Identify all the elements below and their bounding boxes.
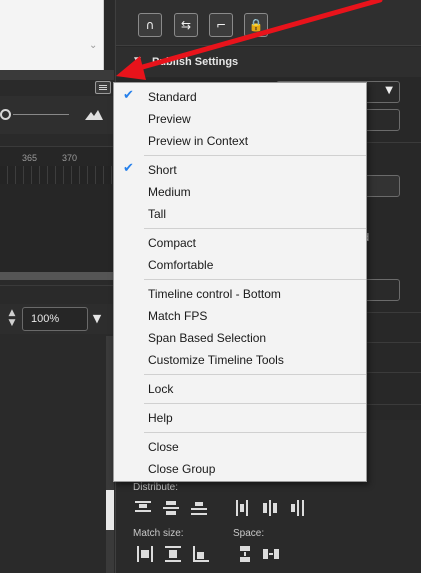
menu-separator	[144, 279, 366, 280]
vertical-scrollbar-thumb[interactable]	[106, 490, 114, 530]
menu-separator	[144, 432, 366, 433]
chevron-down-icon: ▼	[385, 85, 393, 96]
checkmark-icon: ✔	[123, 161, 134, 176]
stage-preview: ⌄	[0, 0, 104, 70]
panel-divider	[0, 70, 114, 80]
zoom-stepper[interactable]: ▲ ▼	[5, 308, 19, 330]
menu-item-label: Compact	[148, 236, 197, 250]
zoom-input[interactable]: 100%	[22, 307, 88, 331]
menu-item-label: Match FPS	[148, 309, 208, 323]
horizontal-scrollbar[interactable]	[0, 272, 114, 280]
menu-item-span-based-selection[interactable]: Span Based Selection	[114, 327, 366, 349]
match-height-icon[interactable]	[165, 546, 181, 562]
distribute-right-icon[interactable]	[289, 500, 305, 516]
zoom-dropdown-chevron-icon[interactable]: ▼	[88, 307, 106, 331]
menu-separator	[144, 374, 366, 375]
checkmark-icon: ✔	[123, 88, 134, 103]
menu-item-label: Customize Timeline Tools	[148, 353, 284, 367]
distribute-bottom-icon[interactable]	[191, 500, 207, 516]
match-both-icon[interactable]	[193, 546, 209, 562]
panel-options-icon[interactable]	[95, 81, 111, 94]
menu-item-label: Comfortable	[148, 258, 214, 272]
chevron-down-icon: ▼	[134, 56, 141, 66]
menu-item-match-fps[interactable]: Match FPS	[114, 305, 366, 327]
ruler-tick-label: 370	[62, 153, 78, 163]
space-horizontal-icon[interactable]	[263, 546, 279, 562]
properties-toolbar: ∩ ⇆ ⌐ 🔒	[116, 0, 421, 46]
menu-item-preview[interactable]: Preview	[114, 108, 366, 130]
chevron-down-icon: ⌄	[89, 40, 98, 51]
menu-item-short[interactable]: ✔ Short	[114, 159, 366, 181]
publish-settings-header[interactable]: ▼ Publish Settings	[116, 47, 421, 77]
lock-icon[interactable]: 🔒	[244, 13, 268, 37]
menu-item-label: Tall	[148, 207, 167, 221]
menu-item-label: Help	[148, 411, 173, 425]
menu-item-tall[interactable]: Tall	[114, 203, 366, 225]
distribute-vcenter-icon[interactable]	[163, 500, 179, 516]
menu-item-standard[interactable]: ✔ Standard	[114, 86, 366, 108]
menu-item-compact[interactable]: Compact	[114, 232, 366, 254]
distribute-hcenter-icon[interactable]	[262, 500, 278, 516]
match-width-icon[interactable]	[137, 546, 153, 562]
menu-separator	[144, 228, 366, 229]
menu-item-label: Preview in Context	[148, 134, 249, 148]
menu-item-label: Lock	[148, 382, 174, 396]
menu-item-comfortable[interactable]: Comfortable	[114, 254, 366, 276]
space-vertical-icon[interactable]	[237, 546, 253, 562]
menu-item-label: Preview	[148, 112, 191, 126]
space-label: Space:	[233, 528, 265, 539]
menu-item-timeline-control-bottom[interactable]: Timeline control - Bottom	[114, 283, 366, 305]
zoom-slider-track[interactable]	[13, 114, 69, 115]
timeline-options-menu: ✔ Standard Preview Preview in Context ✔ Sh…	[113, 82, 367, 482]
distribute-top-icon[interactable]	[135, 500, 151, 516]
zoom-slider-knob[interactable]	[0, 109, 11, 120]
menu-separator	[144, 155, 366, 156]
snap-magnet-icon[interactable]: ∩	[138, 13, 162, 37]
ruler-tick-label: 365	[22, 153, 38, 163]
match-size-label: Match size:	[133, 528, 184, 539]
timeline-panel: ⌄ 365 370 ▲ ▼ 100% ▼	[0, 0, 114, 573]
layer-tracks[interactable]	[0, 184, 114, 272]
distribute-label: Distribute:	[133, 482, 179, 493]
distribute-left-icon[interactable]	[235, 500, 251, 516]
section-title: Publish Settings	[152, 56, 239, 68]
onion-skin-icon[interactable]: ⇆	[174, 13, 198, 37]
frame-cells[interactable]	[0, 166, 114, 184]
menu-item-help[interactable]: Help	[114, 407, 366, 429]
ruler-icon[interactable]: ⌐	[209, 13, 233, 37]
menu-item-customize-timeline-tools[interactable]: Customize Timeline Tools	[114, 349, 366, 371]
menu-item-medium[interactable]: Medium	[114, 181, 366, 203]
menu-item-lock[interactable]: Lock	[114, 378, 366, 400]
menu-item-label: Timeline control - Bottom	[148, 287, 281, 301]
menu-item-label: Medium	[148, 185, 191, 199]
menu-item-label: Close Group	[148, 462, 216, 476]
menu-item-close[interactable]: Close	[114, 436, 366, 458]
menu-separator	[144, 403, 366, 404]
menu-item-label: Span Based Selection	[148, 331, 267, 345]
menu-item-close-group[interactable]: Close Group	[114, 458, 366, 480]
menu-item-preview-in-context[interactable]: Preview in Context	[114, 130, 366, 152]
menu-item-label: Close	[148, 440, 179, 454]
menu-item-label: Short	[148, 163, 177, 177]
menu-item-label: Standard	[148, 90, 197, 104]
mountain-zoom-icon[interactable]	[85, 109, 103, 120]
timeline-ruler[interactable]: 365 370	[0, 146, 114, 166]
